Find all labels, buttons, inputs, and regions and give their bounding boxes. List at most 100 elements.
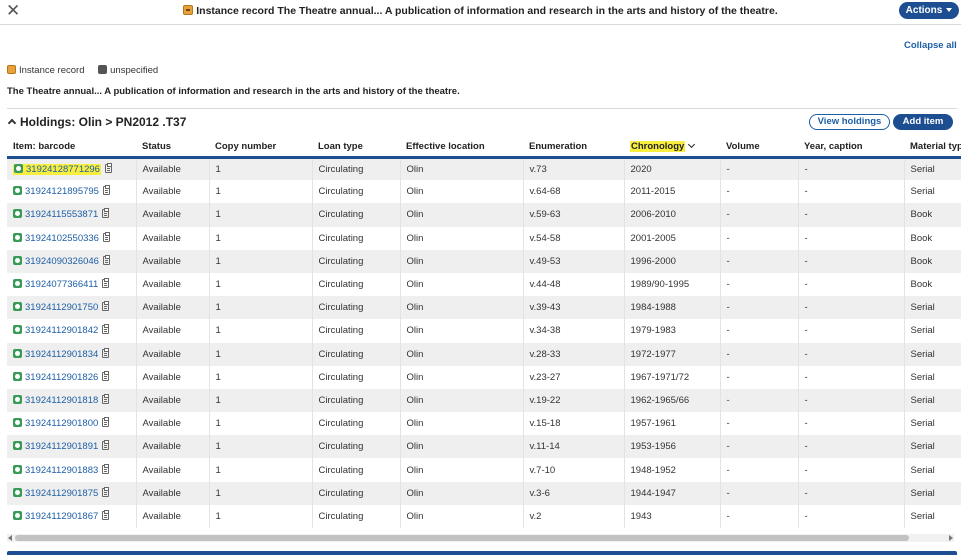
barcode-link[interactable]: 31924112901826 — [25, 372, 98, 383]
col-header-copy-number[interactable]: Copy number — [209, 138, 312, 159]
table-row[interactable]: 31924112901891 Available 1 Circulating Olin v… — [7, 435, 961, 459]
col-header-barcode[interactable]: Item: barcode — [7, 138, 136, 159]
cell-loan-type: Circulating — [312, 249, 401, 273]
col-header-status[interactable]: Status — [136, 138, 209, 159]
cell-material-type: Serial — [904, 412, 961, 436]
table-row[interactable]: 31924112901883 Available 1 Circulating Olin v… — [7, 458, 961, 482]
barcode-link[interactable]: 31924112901867 — [25, 511, 98, 522]
cell-copy-number: 1 — [209, 319, 313, 343]
copy-barcode-icon[interactable] — [102, 417, 110, 428]
barcode-link[interactable]: 31924112901834 — [25, 349, 98, 360]
copy-barcode-icon[interactable] — [102, 347, 110, 358]
table-row[interactable]: 31924112901750 Available 1 Circulating Olin v… — [7, 296, 961, 320]
table-row[interactable]: 31924112901834 Available 1 Circulating Olin v… — [7, 342, 961, 366]
table-row[interactable]: 31924128771296 Available 1 Circulating Olin v… — [7, 157, 961, 181]
cell-copy-number: 1 — [209, 157, 313, 181]
scroll-right-icon[interactable] — [949, 535, 953, 541]
cell-volume: - — [720, 342, 799, 366]
cell-loan-type: Circulating — [312, 365, 401, 389]
table-row[interactable]: 31924112901818 Available 1 Circulating Olin v… — [7, 388, 961, 413]
barcode-wrapper: 31924090326046 — [13, 255, 99, 267]
col-header-loan-type[interactable]: Loan type — [312, 138, 400, 159]
cell-copy-number: 1 — [209, 296, 313, 320]
collapse-all-link[interactable]: Collapse all — [904, 40, 957, 51]
cell-status: Available — [136, 435, 210, 459]
copy-barcode-icon[interactable] — [102, 231, 110, 242]
horizontal-scrollbar[interactable] — [7, 534, 954, 542]
cell-effective-location: Olin — [400, 272, 524, 297]
copy-barcode-icon[interactable] — [102, 301, 110, 312]
copy-barcode-icon[interactable] — [102, 370, 110, 381]
barcode-link[interactable]: 31924121895795 — [25, 186, 99, 197]
cell-status: Available — [136, 388, 210, 413]
cell-copy-number: 1 — [209, 342, 313, 366]
col-header-enumeration[interactable]: Enumeration — [523, 138, 624, 159]
table-row[interactable]: 31924112901800 Available 1 Circulating Olin v… — [7, 412, 961, 436]
barcode-link[interactable]: 31924112901891 — [25, 441, 98, 452]
cell-loan-type: Circulating — [312, 203, 401, 227]
cell-effective-location: Olin — [400, 435, 524, 459]
barcode-link[interactable]: 31924112901875 — [25, 488, 98, 499]
table-row[interactable]: 31924077366411 Available 1 Circulating Olin v… — [7, 272, 961, 297]
col-header-effective-location[interactable]: Effective location — [400, 138, 523, 159]
cell-effective-location: Olin — [400, 388, 524, 413]
copy-barcode-icon[interactable] — [102, 463, 110, 474]
cell-year-caption: - — [798, 458, 905, 482]
cell-barcode: 31924112901891 — [7, 435, 137, 459]
col-header-volume[interactable]: Volume — [720, 138, 798, 159]
barcode-link[interactable]: 31924102550336 — [25, 233, 99, 244]
table-row[interactable]: 31924112901875 Available 1 Circulating Olin v… — [7, 481, 961, 505]
copy-barcode-icon[interactable] — [102, 509, 110, 520]
table-row[interactable]: 31924102550336 Available 1 Circulating Olin v… — [7, 226, 961, 250]
copy-barcode-icon[interactable] — [102, 393, 110, 404]
col-header-year-caption[interactable]: Year, caption — [798, 138, 904, 159]
table-row[interactable]: 31924121895795 Available 1 Circulating Olin v… — [7, 180, 961, 204]
view-holdings-button[interactable]: View holdings — [809, 114, 890, 130]
scrollbar-thumb[interactable] — [15, 535, 909, 541]
holdings-accordion-header[interactable]: Holdings: Olin > PN2012 .T37 — [7, 115, 186, 129]
cell-enumeration: v.19-22 — [523, 388, 625, 413]
copy-barcode-icon[interactable] — [102, 254, 110, 265]
item-status-icon — [14, 163, 23, 173]
cell-volume: - — [720, 157, 799, 181]
actions-button[interactable]: Actions — [899, 2, 959, 19]
cell-loan-type: Circulating — [312, 180, 401, 204]
cell-chronology: 1984-1988 — [624, 296, 721, 320]
barcode-link[interactable]: 31924112901818 — [25, 395, 98, 406]
cell-chronology: 2020 — [624, 157, 721, 181]
cell-year-caption: - — [798, 249, 905, 273]
cell-enumeration: v.15-18 — [523, 412, 625, 436]
scroll-left-icon[interactable] — [8, 535, 12, 541]
chevron-up-icon[interactable] — [7, 118, 17, 128]
copy-barcode-icon[interactable] — [102, 208, 110, 219]
barcode-link[interactable]: 31924077366411 — [25, 279, 98, 290]
barcode-link[interactable]: 31924112901883 — [25, 465, 98, 476]
copy-barcode-icon[interactable] — [102, 486, 110, 497]
barcode-wrapper: 31924112901867 — [13, 510, 98, 522]
table-row[interactable]: 31924112901842 Available 1 Circulating Olin v… — [7, 319, 961, 343]
barcode-link[interactable]: 31924112901800 — [25, 418, 98, 429]
barcode-link[interactable]: 31924112901750 — [25, 302, 98, 313]
copy-barcode-icon[interactable] — [102, 278, 110, 289]
barcode-link[interactable]: 31924112901842 — [25, 325, 98, 336]
copy-barcode-icon[interactable] — [102, 324, 110, 335]
add-item-button[interactable]: Add item — [893, 114, 953, 130]
cell-copy-number: 1 — [209, 272, 313, 297]
barcode-link[interactable]: 31924128771296 — [26, 164, 100, 175]
table-row[interactable]: 31924112901867 Available 1 Circulating Olin v… — [7, 504, 961, 528]
cell-barcode: 31924112901818 — [7, 388, 137, 413]
copy-barcode-icon[interactable] — [102, 185, 110, 196]
table-row[interactable]: 31924112901826 Available 1 Circulating Olin v… — [7, 365, 961, 389]
items-table-container: Item: barcode Status Copy number Loan ty… — [7, 138, 961, 533]
cell-volume: - — [720, 226, 799, 250]
col-header-chronology[interactable]: Chronology — [624, 138, 720, 159]
copy-barcode-icon[interactable] — [102, 440, 110, 451]
col-header-material-type[interactable]: Material type — [904, 138, 961, 159]
instance-record-icon — [7, 65, 16, 74]
barcode-link[interactable]: 31924115553871 — [25, 209, 98, 220]
table-row[interactable]: 31924090326046 Available 1 Circulating Olin v… — [7, 249, 961, 273]
barcode-wrapper: 31924112901883 — [13, 464, 98, 476]
barcode-link[interactable]: 31924090326046 — [25, 256, 99, 267]
copy-barcode-icon[interactable] — [104, 162, 112, 173]
table-row[interactable]: 31924115553871 Available 1 Circulating Olin v… — [7, 203, 961, 227]
